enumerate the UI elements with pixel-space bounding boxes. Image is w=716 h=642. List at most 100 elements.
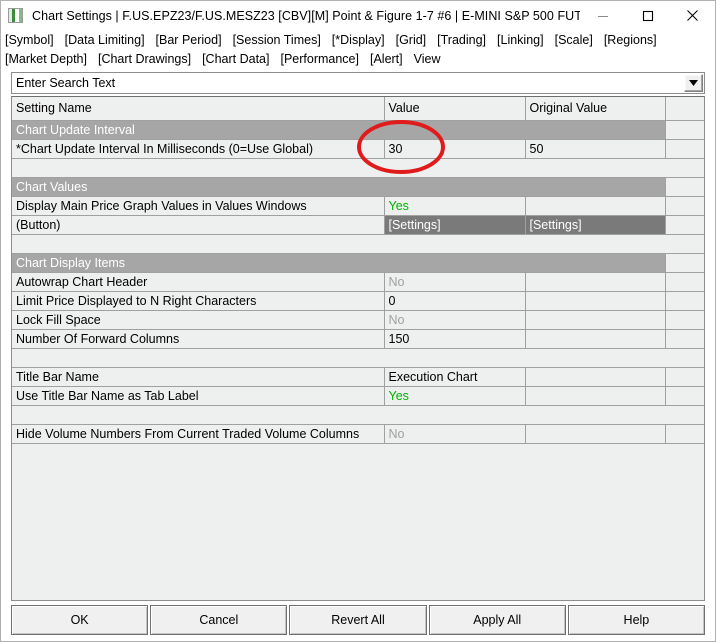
setting-extra-cell: [665, 139, 704, 159]
ok-button[interactable]: OK: [11, 605, 149, 635]
help-button[interactable]: Help: [567, 605, 706, 635]
menu-item-data-limiting[interactable]: [Data Limiting]: [65, 31, 145, 50]
table-row[interactable]: Title Bar Name Execution Chart: [12, 367, 704, 387]
section-header-row[interactable]: Chart Update Interval: [12, 120, 704, 140]
section-header-tail: [665, 177, 704, 197]
setting-value-cell[interactable]: 0: [384, 291, 526, 311]
menu-item-bar-period[interactable]: [Bar Period]: [156, 31, 222, 50]
section-header-label: Chart Display Items: [12, 253, 666, 273]
window-title: Chart Settings | F.US.EPZ23/F.US.MESZ23 …: [32, 8, 580, 23]
table-row[interactable]: Autowrap Chart Header No: [12, 272, 704, 292]
column-header-original-value[interactable]: Original Value: [525, 97, 666, 121]
setting-value-cell[interactable]: No: [384, 424, 526, 444]
setting-value-cell[interactable]: No: [384, 272, 526, 292]
minimize-icon[interactable]: [580, 1, 625, 30]
settings-grid[interactable]: Setting Name Value Original Value Chart …: [11, 96, 705, 601]
setting-value-cell[interactable]: [Settings]: [384, 215, 526, 235]
menu-item-view[interactable]: View: [414, 50, 441, 69]
setting-original-value-cell: [525, 196, 666, 216]
setting-name-cell: Title Bar Name: [12, 367, 385, 387]
spacer-row: [12, 348, 704, 368]
table-header-row: Setting Name Value Original Value: [12, 97, 704, 121]
chevron-down-icon[interactable]: [684, 74, 703, 92]
setting-name-cell: Limit Price Displayed to N Right Charact…: [12, 291, 385, 311]
menu-item-display[interactable]: [*Display]: [332, 31, 385, 50]
section-header-row[interactable]: Chart Display Items: [12, 253, 704, 273]
column-header-extra[interactable]: [665, 97, 704, 121]
setting-value-cell[interactable]: 30: [384, 139, 526, 159]
setting-extra-cell: [665, 329, 704, 349]
close-icon[interactable]: [670, 1, 715, 30]
section-header-row[interactable]: Chart Values: [12, 177, 704, 197]
table-row[interactable]: Lock Fill Space No: [12, 310, 704, 330]
setting-value-cell[interactable]: Yes: [384, 386, 526, 406]
spacer-cell: [12, 158, 704, 178]
setting-original-value-cell: 50: [525, 139, 666, 159]
menu-item-regions[interactable]: [Regions]: [604, 31, 657, 50]
spacer-row: [12, 234, 704, 254]
setting-name-cell: Display Main Price Graph Values in Value…: [12, 196, 385, 216]
apply-all-button[interactable]: Apply All: [428, 605, 566, 635]
title-bar: Chart Settings | F.US.EPZ23/F.US.MESZ23 …: [1, 1, 715, 30]
table-row[interactable]: Use Title Bar Name as Tab Label Yes: [12, 386, 704, 406]
section-header-label: Chart Values: [12, 177, 666, 197]
column-header-setting-name[interactable]: Setting Name: [12, 97, 385, 121]
setting-name-cell: Autowrap Chart Header: [12, 272, 385, 292]
revert-all-button[interactable]: Revert All: [289, 605, 427, 635]
table-row[interactable]: Hide Volume Numbers From Current Traded …: [12, 424, 704, 444]
table-row[interactable]: Display Main Price Graph Values in Value…: [12, 196, 704, 216]
spacer-cell: [12, 234, 704, 254]
setting-value-cell[interactable]: 150: [384, 329, 526, 349]
menu-item-linking[interactable]: [Linking]: [497, 31, 544, 50]
menu-bar: [Symbol] [Data Limiting] [Bar Period] [Sess…: [1, 30, 715, 71]
settings-table: Setting Name Value Original Value Chart …: [12, 97, 704, 444]
search-input[interactable]: [12, 73, 684, 93]
setting-value-cell[interactable]: Yes: [384, 196, 526, 216]
setting-name-cell: Number Of Forward Columns: [12, 329, 385, 349]
section-header-tail: [665, 253, 704, 273]
setting-extra-cell: [665, 310, 704, 330]
menu-row-primary: [Symbol] [Data Limiting] [Bar Period] [Sess…: [5, 31, 715, 50]
menu-item-chart-data[interactable]: [Chart Data]: [202, 50, 269, 69]
window-controls: [580, 1, 715, 30]
menu-item-grid[interactable]: [Grid]: [396, 31, 427, 50]
setting-name-cell: Use Title Bar Name as Tab Label: [12, 386, 385, 406]
setting-extra-cell: [665, 291, 704, 311]
setting-extra-cell: [665, 367, 704, 387]
search-combo[interactable]: [11, 72, 705, 94]
setting-name-cell: *Chart Update Interval In Milliseconds (…: [12, 139, 385, 159]
dialog-button-bar: OK Cancel Revert All Apply All Help: [11, 605, 706, 635]
setting-original-value-cell: [525, 386, 666, 406]
setting-original-value-cell: [525, 367, 666, 387]
menu-item-alert[interactable]: [Alert]: [370, 50, 403, 69]
setting-original-value-cell: [525, 272, 666, 292]
table-row[interactable]: Limit Price Displayed to N Right Charact…: [12, 291, 704, 311]
setting-value-cell[interactable]: Execution Chart: [384, 367, 526, 387]
setting-original-value-cell: [Settings]: [525, 215, 666, 235]
maximize-icon[interactable]: [625, 1, 670, 30]
section-header-label: Chart Update Interval: [12, 120, 666, 140]
menu-item-market-depth[interactable]: [Market Depth]: [5, 50, 87, 69]
menu-item-session-times[interactable]: [Session Times]: [233, 31, 321, 50]
setting-extra-cell: [665, 272, 704, 292]
chart-settings-window: Chart Settings | F.US.EPZ23/F.US.MESZ23 …: [0, 0, 716, 642]
cancel-button[interactable]: Cancel: [150, 605, 288, 635]
spacer-row: [12, 405, 704, 425]
setting-value-cell[interactable]: No: [384, 310, 526, 330]
setting-extra-cell: [665, 196, 704, 216]
table-row[interactable]: Number Of Forward Columns 150: [12, 329, 704, 349]
chart-settings-icon: [8, 8, 23, 23]
table-body: Chart Update Interval *Chart Update Inter…: [12, 120, 704, 444]
column-header-value[interactable]: Value: [384, 97, 526, 121]
setting-original-value-cell: [525, 291, 666, 311]
menu-item-trading[interactable]: [Trading]: [437, 31, 486, 50]
setting-original-value-cell: [525, 424, 666, 444]
spacer-cell: [12, 348, 704, 368]
table-row[interactable]: *Chart Update Interval In Milliseconds (…: [12, 139, 704, 159]
menu-item-chart-drawings[interactable]: [Chart Drawings]: [98, 50, 191, 69]
menu-item-symbol[interactable]: [Symbol]: [5, 31, 54, 50]
menu-item-performance[interactable]: [Performance]: [280, 50, 359, 69]
section-header-tail: [665, 120, 704, 140]
menu-item-scale[interactable]: [Scale]: [555, 31, 593, 50]
table-row[interactable]: (Button) [Settings] [Settings]: [12, 215, 704, 235]
